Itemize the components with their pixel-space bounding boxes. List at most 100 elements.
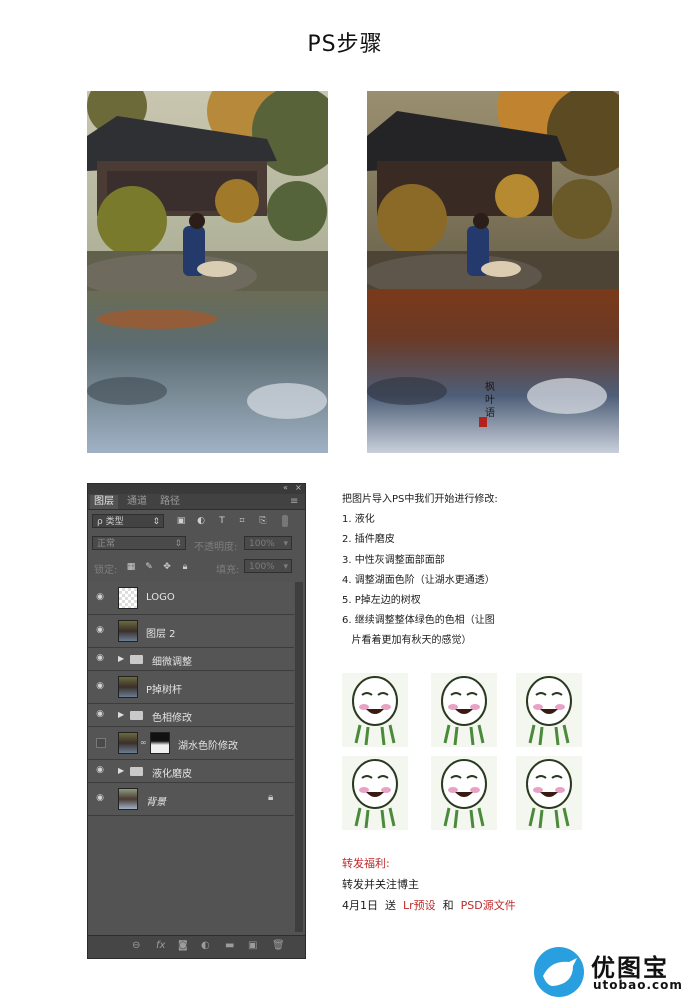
meme-sticker: [516, 673, 582, 747]
meme-sticker: [516, 756, 582, 830]
link-icon[interactable]: ⊖: [132, 940, 140, 951]
layer-name: 湖水色阶修改: [178, 741, 238, 752]
panel-scrollbar[interactable]: [295, 582, 303, 932]
kind-filter-select[interactable]: ρ 类型 ⇕: [92, 514, 164, 528]
layer-name: 色相修改: [152, 713, 192, 724]
layer-thumbnail: [118, 587, 138, 609]
layer-row[interactable]: ◉ LOGO: [88, 582, 294, 615]
instructions-intro: 把图片导入PS中我们开始进行修改:: [342, 494, 498, 505]
layer-row[interactable]: ◉ P掉树杆: [88, 671, 294, 704]
mask-icon[interactable]: ◙: [178, 940, 188, 951]
layer-name: 液化磨皮: [152, 769, 192, 780]
type-filter-icon[interactable]: T: [217, 516, 227, 526]
smart-object-filter-icon[interactable]: ⎘: [258, 516, 268, 526]
tab-paths[interactable]: 路径: [156, 495, 184, 509]
layer-name: 细微调整: [152, 657, 192, 668]
lock-all-icon[interactable]: 🔒︎: [180, 562, 190, 572]
kind-filter-label: ρ 类型: [97, 517, 124, 527]
blend-mode-select[interactable]: 正常 ⇕: [92, 536, 186, 550]
expand-arrow-icon[interactable]: ▶: [118, 654, 124, 663]
layer-group-row[interactable]: ◉ ▶ 细微调整: [88, 648, 294, 671]
visibility-toggle-off[interactable]: [96, 738, 106, 748]
visibility-eye-icon[interactable]: ◉: [94, 793, 106, 803]
layers-panel: « × 图层 通道 路径 ≡ ρ 类型 ⇕ ▣ ◐ T ⌗ ⎘ 正常 ⇕ 不透明度:…: [87, 483, 306, 959]
layer-name: LOGO: [146, 592, 175, 603]
layers-list: ◉ LOGO ◉ 图层 2 ◉ ▶ 细微调整 ◉ P掉树杆 ◉ ▶ 色相修改 ∞…: [88, 582, 296, 816]
shape-filter-icon[interactable]: ⌗: [237, 516, 247, 526]
meme-sticker: [431, 673, 497, 747]
visibility-eye-icon[interactable]: ◉: [94, 765, 106, 775]
fill-input[interactable]: 100% ▾: [244, 559, 292, 573]
fx-icon[interactable]: fx: [156, 940, 165, 951]
visibility-eye-icon[interactable]: ◉: [94, 653, 106, 663]
collapse-icon[interactable]: «: [283, 483, 288, 492]
bird-logo-icon: [534, 947, 584, 997]
step-item: 2. 插件磨皮: [342, 534, 395, 546]
fill-label: 填充:: [216, 565, 240, 576]
panel-menu-icon[interactable]: ≡: [286, 495, 302, 509]
folder-icon[interactable]: ▬: [225, 940, 234, 951]
step-item: 片看着更加有秋天的感觉）: [342, 635, 472, 647]
page-title: PS步骤: [307, 32, 383, 57]
visibility-eye-icon[interactable]: ◉: [94, 681, 106, 691]
step-item: 1. 液化: [342, 514, 375, 526]
tab-channels[interactable]: 通道: [123, 495, 151, 509]
lock-row: 锁定: ▦ ✎ ✥ 🔒︎ 填充: 100% ▾: [88, 558, 305, 576]
lock-transparent-icon[interactable]: ▦: [126, 562, 136, 572]
visibility-eye-icon[interactable]: ◉: [94, 709, 106, 719]
adjustment-filter-icon[interactable]: ◐: [196, 516, 206, 526]
opacity-value: 100%: [249, 539, 275, 549]
folder-icon: [130, 767, 143, 776]
step-item: 6. 继续调整整体绿色的色相（让图: [342, 615, 495, 627]
close-icon[interactable]: ×: [295, 483, 302, 492]
before-photo: [87, 91, 328, 453]
bonus-date: 4月1日 送: [342, 899, 403, 912]
tab-layers[interactable]: 图层: [90, 495, 118, 509]
layer-thumbnail: [118, 788, 138, 810]
panel-tabs: 图层 通道 路径 ≡: [88, 494, 305, 510]
new-layer-icon[interactable]: ▣: [248, 940, 257, 951]
layer-mask-thumbnail[interactable]: [150, 732, 170, 754]
layer-group-row[interactable]: ◉ ▶ 色相修改: [88, 704, 294, 727]
blend-mode-label: 正常: [97, 539, 116, 549]
visibility-eye-icon[interactable]: ◉: [94, 592, 106, 602]
step-item: 4. 调整湖面色阶（让湖水更通透）: [342, 574, 495, 586]
step-item: 5. P掉左边的树杈: [342, 595, 421, 607]
brand-logo: 优图宝 utobao.com: [533, 946, 683, 998]
filter-row: ρ 类型 ⇕ ▣ ◐ T ⌗ ⎘: [88, 513, 305, 531]
layer-group-row[interactable]: ◉ ▶ 液化磨皮: [88, 760, 294, 783]
blend-row: 正常 ⇕ 不透明度: 100% ▾: [88, 535, 305, 553]
adjustment-icon[interactable]: ◐: [201, 940, 210, 951]
bonus-section: 转发福利: 转发并关注博主 4月1日 送 Lr预设 和 PSD源文件: [342, 853, 516, 916]
folder-icon: [130, 655, 143, 664]
trash-icon[interactable]: 🗑︎: [272, 940, 285, 951]
opacity-input[interactable]: 100% ▾: [244, 536, 292, 550]
layer-thumbnail: [118, 620, 138, 642]
bonus-heading: 转发福利:: [342, 857, 390, 870]
seal-char: 枫: [485, 382, 495, 393]
layer-row[interactable]: ◉ 背景 🔒︎: [88, 783, 294, 816]
after-photo: 枫 叶 语: [367, 91, 619, 453]
pixel-filter-icon[interactable]: ▣: [176, 516, 186, 526]
psd-file-link: PSD源文件: [460, 899, 516, 912]
brand-domain: utobao.com: [593, 978, 683, 992]
layer-thumbnail: [118, 676, 138, 698]
panel-titlebar: « ×: [88, 483, 305, 494]
visibility-eye-icon[interactable]: ◉: [94, 625, 106, 635]
chain-link-icon[interactable]: ∞: [140, 738, 147, 747]
layer-row[interactable]: ◉ 图层 2: [88, 615, 294, 648]
seal-char: 语: [485, 408, 495, 419]
lock-icon: 🔒︎: [268, 792, 274, 803]
expand-arrow-icon[interactable]: ▶: [118, 766, 124, 775]
layer-name: 背景: [146, 797, 166, 808]
filter-toggle[interactable]: [282, 515, 288, 527]
layer-row[interactable]: ∞ 湖水色阶修改: [88, 727, 294, 760]
lock-position-icon[interactable]: ✥: [162, 562, 172, 572]
fill-value: 100%: [249, 562, 275, 572]
expand-arrow-icon[interactable]: ▶: [118, 710, 124, 719]
seal-text: 枫 叶 语: [485, 381, 499, 420]
lock-pixels-icon[interactable]: ✎: [144, 562, 154, 572]
lock-label: 锁定:: [94, 565, 118, 576]
bonus-line-1: 转发并关注博主: [342, 878, 419, 891]
bonus-line-2: 4月1日 送 Lr预设 和 PSD源文件: [342, 895, 516, 916]
